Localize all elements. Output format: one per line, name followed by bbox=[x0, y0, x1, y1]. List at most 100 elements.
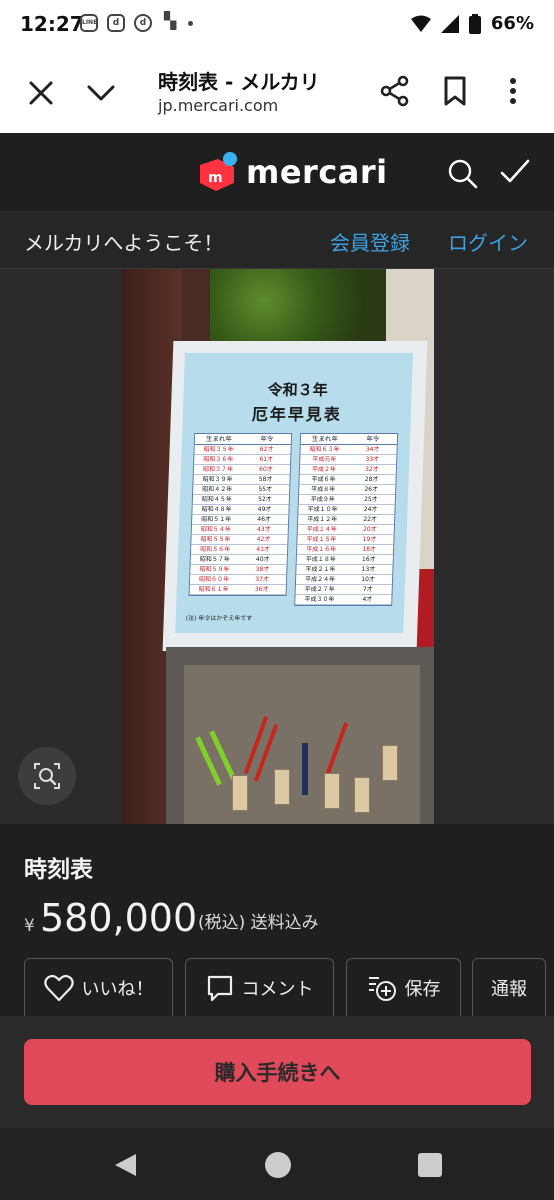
birth-year-cell: 平成８年 bbox=[311, 486, 336, 493]
back-icon[interactable] bbox=[112, 1152, 138, 1178]
blue-rope bbox=[302, 743, 308, 795]
sign-table-header: 生まれ年 年令 bbox=[194, 434, 292, 445]
report-button[interactable]: 通報 bbox=[472, 958, 546, 1016]
d-app-icon: d bbox=[107, 14, 125, 32]
sign-table-row: 昭和３７年 60才 bbox=[193, 465, 291, 475]
age-cell: 25才 bbox=[363, 496, 378, 503]
birth-year-cell: 平成２４年 bbox=[304, 576, 336, 583]
sign-table-row: 平成元年 33才 bbox=[300, 455, 397, 465]
birth-year-cell: 昭和６１年 bbox=[198, 586, 229, 593]
product-photo[interactable]: 令和３年 厄年早見表 生まれ年 年令 昭和３５年 62才 昭和３６年 61才 昭和３７年 6… bbox=[122, 269, 434, 824]
sign-table-row: 昭和５５年 42才 bbox=[191, 535, 288, 545]
sign-table-row: 昭和４８年 49才 bbox=[192, 505, 289, 515]
age-cell: 24才 bbox=[363, 506, 378, 513]
checklist-icon[interactable] bbox=[498, 155, 532, 189]
birth-year-cell: 昭和４２年 bbox=[202, 486, 233, 493]
age-cell: 55才 bbox=[258, 486, 273, 493]
system-nav-bar bbox=[0, 1128, 554, 1200]
report-label: 通報 bbox=[491, 978, 527, 1000]
red-ornament bbox=[243, 716, 269, 774]
tax-shipping-note: (税込) 送料込み bbox=[198, 913, 319, 933]
more-vertical-icon[interactable] bbox=[498, 74, 528, 108]
comment-button[interactable]: コメント bbox=[185, 958, 334, 1016]
age-cell: 20才 bbox=[362, 526, 377, 533]
birth-year-cell: 昭和５９年 bbox=[199, 566, 230, 573]
age-cell: 38才 bbox=[255, 566, 270, 573]
more-notifications-dot-icon bbox=[188, 20, 193, 26]
battery-percent: 66% bbox=[490, 13, 534, 34]
age-cell: 18才 bbox=[362, 546, 377, 553]
birth-year-cell: 昭和６０年 bbox=[198, 576, 230, 583]
offering-box-inside bbox=[184, 665, 420, 824]
red-ornament bbox=[323, 722, 349, 780]
sign-table-row: 昭和３５年 62才 bbox=[194, 445, 291, 455]
birth-year-cell: 平成１４年 bbox=[306, 526, 337, 533]
sign-table-row: 平成１５年 19才 bbox=[297, 535, 394, 545]
line-notification-icon: LINE bbox=[80, 14, 98, 32]
birth-year-cell: 昭和５４年 bbox=[200, 526, 231, 533]
age-cell: 61才 bbox=[259, 456, 274, 463]
sign-table-row: 昭和６１年 36才 bbox=[189, 585, 286, 595]
birth-year-cell: 昭和３７年 bbox=[202, 466, 234, 473]
age-cell: 43才 bbox=[256, 526, 271, 533]
comment-label: コメント bbox=[241, 978, 314, 1000]
sign-table-row: 昭和６３年 34才 bbox=[300, 445, 397, 455]
birth-year-cell: 昭和５６年 bbox=[199, 546, 231, 553]
home-icon[interactable] bbox=[265, 1152, 291, 1178]
close-icon[interactable] bbox=[24, 76, 58, 110]
age-cell: 52才 bbox=[257, 496, 272, 503]
birth-year-cell: 平成１０年 bbox=[307, 506, 338, 513]
sign-table-row: 平成６年 28才 bbox=[299, 475, 396, 485]
register-link[interactable]: 会員登録 bbox=[330, 227, 410, 256]
login-link[interactable]: ログイン bbox=[448, 227, 528, 256]
zoom-button[interactable] bbox=[18, 747, 76, 805]
age-cell: 42才 bbox=[256, 536, 271, 543]
save-list-add-icon bbox=[368, 976, 396, 1001]
wooden-plaque bbox=[382, 745, 398, 781]
purchase-button[interactable]: 購入手続きへ bbox=[24, 1039, 531, 1105]
page-url[interactable]: jp.mercari.com bbox=[158, 96, 278, 115]
bookmark-icon[interactable] bbox=[438, 74, 472, 108]
sign-table-row: 平成２４年 10才 bbox=[295, 575, 393, 585]
age-cell: 36才 bbox=[254, 586, 269, 593]
share-icon[interactable] bbox=[378, 74, 412, 108]
system-indicators: 66% bbox=[410, 13, 534, 34]
wifi-icon bbox=[410, 15, 431, 32]
birth-year-cell: 平成２７年 bbox=[304, 586, 335, 593]
product-image-area: 令和３年 厄年早見表 生まれ年 年令 昭和３５年 62才 昭和３６年 61才 昭和３７年 6… bbox=[0, 269, 554, 824]
age-cell: 41才 bbox=[256, 546, 271, 553]
age-cell: 19才 bbox=[362, 536, 377, 543]
sign-table-row: 平成８年 26才 bbox=[299, 485, 396, 495]
birth-year-cell: 平成２年 bbox=[311, 466, 337, 473]
age-cell: 34才 bbox=[365, 446, 380, 453]
sign-table-row: 平成２年 32才 bbox=[299, 465, 397, 475]
age-cell: 16才 bbox=[361, 556, 376, 563]
sign-table-header: 生まれ年 年令 bbox=[300, 434, 398, 445]
sign-table-row: 昭和４５年 52才 bbox=[192, 495, 290, 505]
age-cell: 33才 bbox=[365, 456, 380, 463]
zoom-search-icon bbox=[34, 763, 60, 789]
birth-year-cell: 平成１８年 bbox=[305, 556, 336, 563]
like-button[interactable]: いいね！ bbox=[24, 958, 173, 1016]
heart-icon bbox=[43, 974, 74, 1001]
save-button[interactable]: 保存 bbox=[346, 958, 461, 1016]
chevron-down-icon[interactable] bbox=[84, 76, 118, 110]
recents-icon[interactable] bbox=[418, 1153, 442, 1177]
sign-title-line2: 厄年早見表 bbox=[251, 405, 343, 424]
age-cell: 32才 bbox=[364, 466, 379, 473]
purchase-bar: 購入手続きへ bbox=[0, 1016, 554, 1128]
sign-title-line1: 令和３年 bbox=[267, 381, 329, 399]
like-label: いいね！ bbox=[81, 978, 154, 1000]
sign-table-row: 昭和６０年 37才 bbox=[189, 575, 287, 585]
mercari-wordmark: mercari bbox=[246, 153, 388, 191]
col-age: 年令 bbox=[366, 435, 380, 443]
search-icon[interactable] bbox=[446, 157, 478, 189]
wooden-plaque bbox=[324, 773, 340, 809]
wooden-plaque bbox=[274, 769, 290, 805]
svg-text:m: m bbox=[208, 170, 223, 186]
sign-table-row: 昭和３６年 61才 bbox=[194, 455, 291, 465]
age-cell: 58才 bbox=[258, 476, 273, 483]
mercari-logo[interactable]: m mercari bbox=[196, 151, 388, 193]
save-label: 保存 bbox=[404, 978, 441, 1000]
birth-year-cell: 平成２１年 bbox=[305, 566, 336, 573]
